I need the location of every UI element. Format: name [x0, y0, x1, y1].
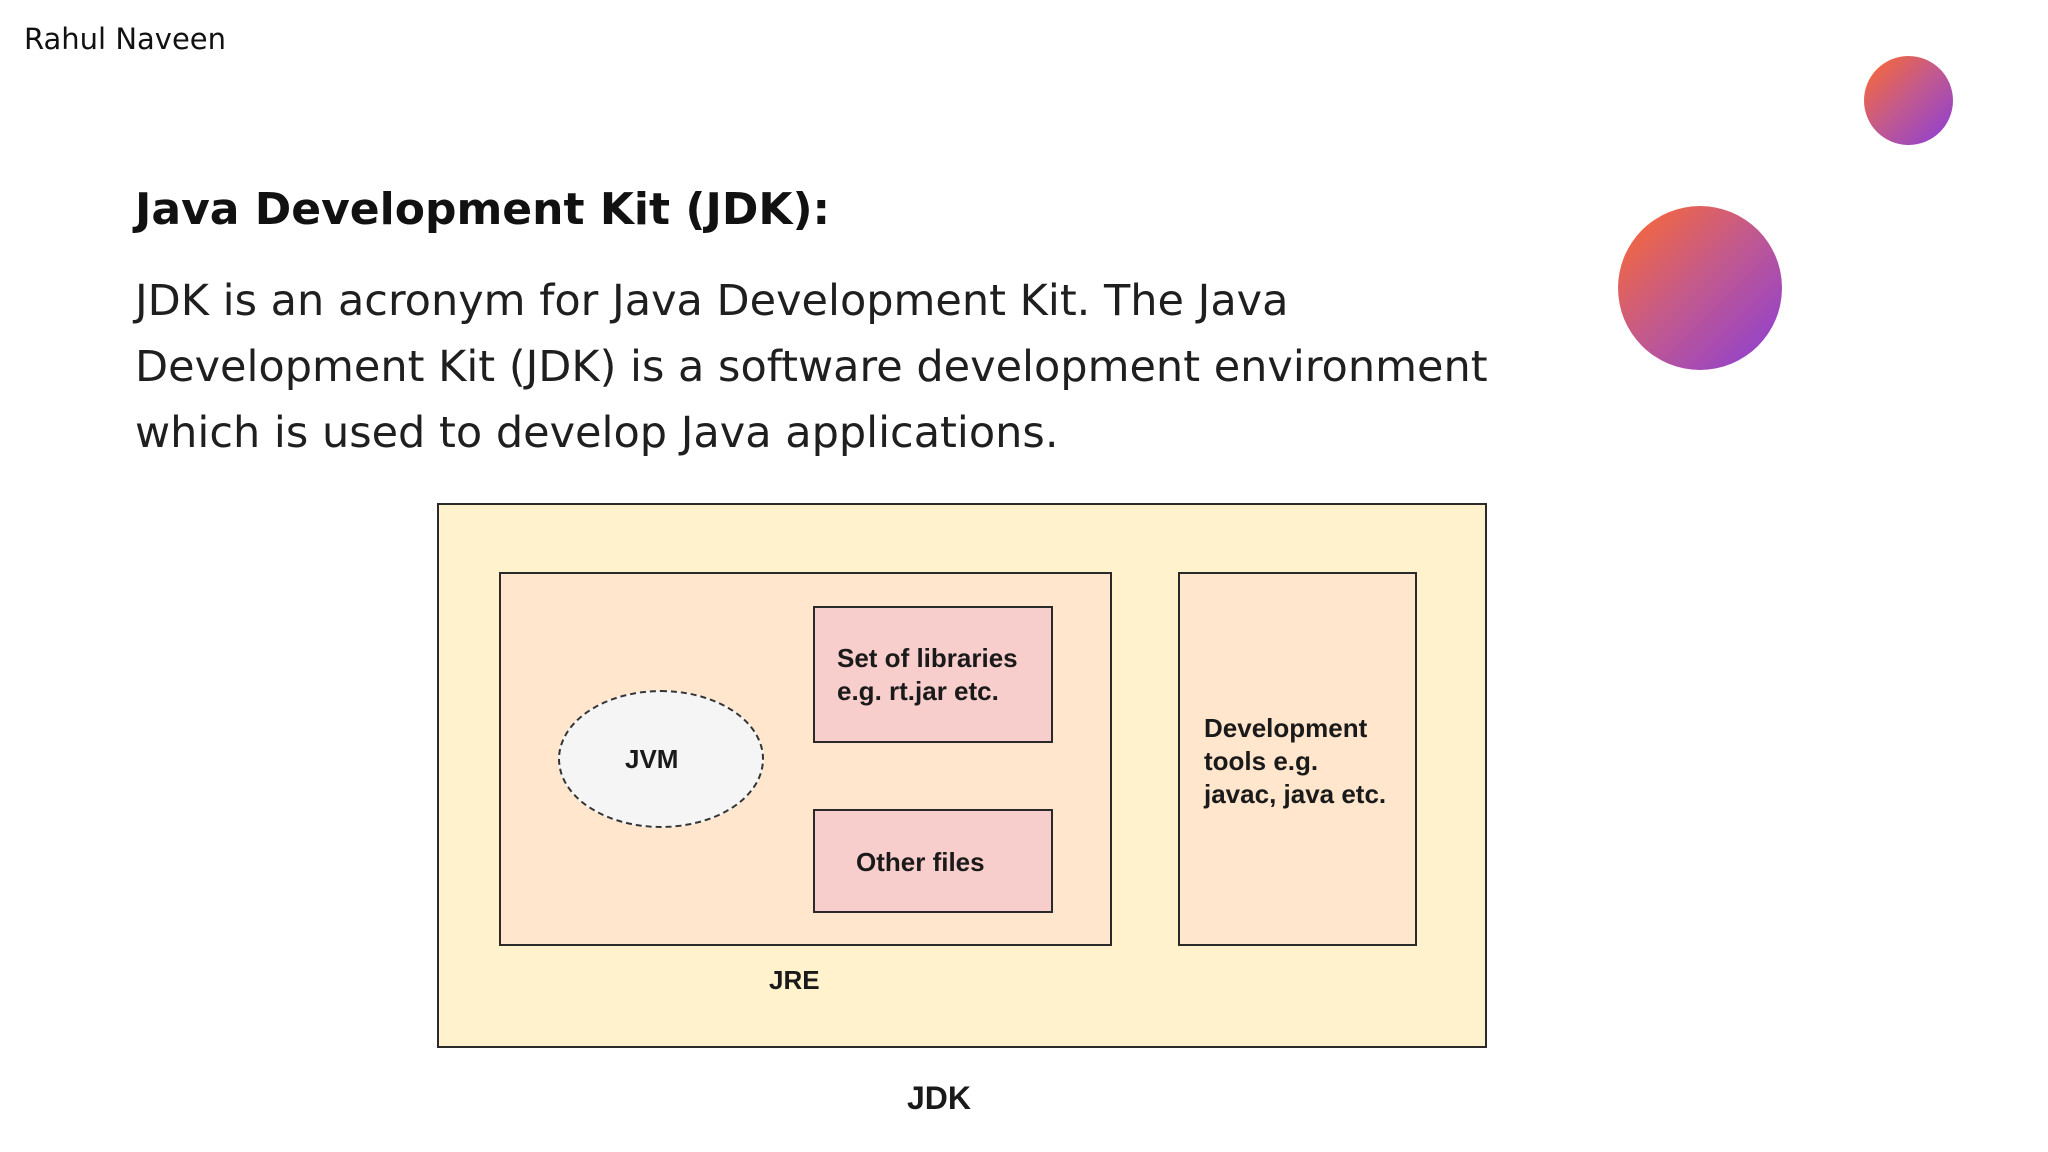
development-tools-label: Development tools e.g. javac, java etc.	[1204, 712, 1386, 811]
tools-label-line2: tools e.g.	[1204, 746, 1319, 776]
libraries-label-line1: Set of libraries	[837, 643, 1018, 673]
libraries-label: Set of libraries e.g. rt.jar etc.	[837, 642, 1018, 708]
tools-label-line3: javac, java etc.	[1204, 779, 1387, 809]
jdk-label: JDK	[907, 1080, 972, 1116]
libraries-label-line2: e.g. rt.jar etc.	[837, 676, 999, 706]
jvm-label: JVM	[625, 744, 679, 774]
jdk-diagram: JVM Set of libraries e.g. rt.jar etc. Ot…	[0, 0, 2048, 1152]
other-files-label: Other files	[856, 847, 985, 877]
jre-label: JRE	[769, 965, 820, 995]
tools-label-line1: Development	[1204, 713, 1368, 743]
